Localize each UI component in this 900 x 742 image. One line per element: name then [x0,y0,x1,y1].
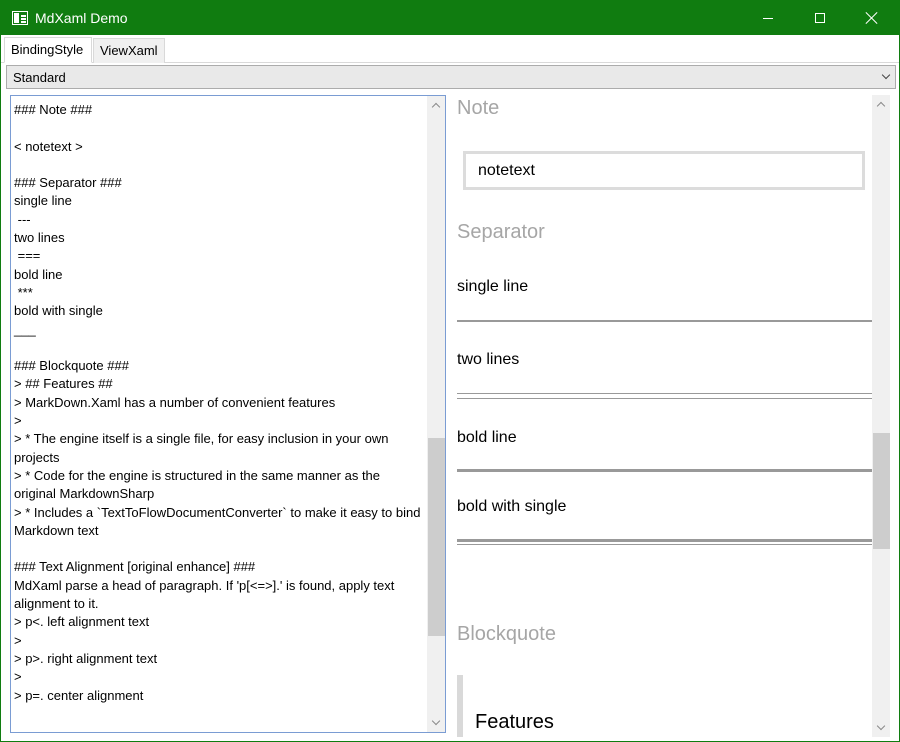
double-separator-bottom [457,398,873,399]
window-title: MdXaml Demo [35,10,128,26]
single-line-text: single line [457,278,529,295]
title-bar[interactable]: MdXaml Demo [1,1,899,35]
editor-line: > [14,632,22,648]
single-separator [457,320,873,322]
editor-line: > * The engine itself is a single file, … [14,431,389,465]
editor-scroll-thumb[interactable] [428,438,445,636]
blockquote-bar [457,675,463,737]
bold-line-text: bold line [457,429,517,446]
editor-line: > [14,413,22,429]
editor-scrollbar[interactable] [427,96,445,732]
scroll-up-icon[interactable] [872,95,890,113]
tab-content: Standard ### Note ### < notetext > ### Sep… [2,63,898,741]
bold-separator [457,469,873,472]
maximize-button[interactable] [797,1,843,35]
app-icon [12,11,28,25]
minimize-icon [763,17,773,19]
app-window: MdXaml Demo BindingStyle ViewXaml Standa… [0,0,900,742]
bold-with-single-text: bold with single [457,498,567,515]
preview-scrollbar[interactable] [872,95,890,737]
chevron-down-icon[interactable] [881,70,891,82]
separator-heading: Separator [457,221,545,243]
tab-viewxaml[interactable]: ViewXaml [93,38,165,63]
editor-line: > ## Features ## [14,376,113,392]
editor-line: ### Separator ### [14,175,122,191]
blockquote-heading: Blockquote [457,623,556,645]
close-icon [866,12,878,24]
editor-line: ### Note ### [14,102,93,117]
bold-single-separator-bottom [457,544,873,545]
editor-line: > * Code for the engine is structured in… [14,467,381,502]
style-selector-dropdown[interactable]: Standard [6,65,896,89]
editor-line: < notetext > [14,138,83,154]
editor-line: ___ [14,321,36,337]
editor-line: ### Text Alignment [original enhance] ##… [14,559,256,575]
editor-line: > p>. right alignment text [14,650,158,666]
editor-line: > p=. center alignment [14,687,144,703]
markdown-preview: Note notetext Separator single line two … [454,95,892,737]
editor-line: > MarkDown.Xaml has a number of convenie… [14,394,336,410]
close-button[interactable] [849,1,895,35]
editor-line: > * Includes a `TextToFlowDocumentConver… [14,504,421,538]
preview-scroll-thumb[interactable] [873,433,890,549]
features-heading: Features [475,711,554,733]
note-heading: Note [457,97,500,119]
double-separator-top [457,393,873,394]
editor-line: bold with single [14,303,103,319]
editor-line: single line [14,193,72,209]
scroll-down-icon[interactable] [872,719,890,737]
tab-strip: BindingStyle ViewXaml [1,36,899,63]
minimize-button[interactable] [745,1,791,35]
editor-line: *** [14,284,33,300]
editor-line: two lines [14,230,65,246]
two-lines-text: two lines [457,351,520,368]
editor-line: > [14,669,22,685]
editor-line: === [14,248,41,264]
scroll-down-icon[interactable] [427,714,445,732]
note-box: notetext [463,151,865,190]
editor-line: --- [14,211,31,227]
editor-line: > p<. left alignment text [14,614,150,630]
markdown-source-text[interactable]: ### Note ### < notetext > ### Separator ##… [14,101,424,705]
tab-bindingstyle[interactable]: BindingStyle [4,37,92,63]
editor-line: MdXaml parse a head of paragraph. If 'p[… [14,577,395,612]
scroll-up-icon[interactable] [427,96,445,114]
bold-single-separator-top [457,539,873,542]
editor-line: ### Blockquote ### [14,358,129,374]
note-text: notetext [478,162,535,179]
maximize-icon [815,13,825,23]
markdown-editor[interactable]: ### Note ### < notetext > ### Separator ##… [10,95,446,733]
style-selector-value: Standard [13,70,66,85]
editor-line: bold line [14,266,63,282]
